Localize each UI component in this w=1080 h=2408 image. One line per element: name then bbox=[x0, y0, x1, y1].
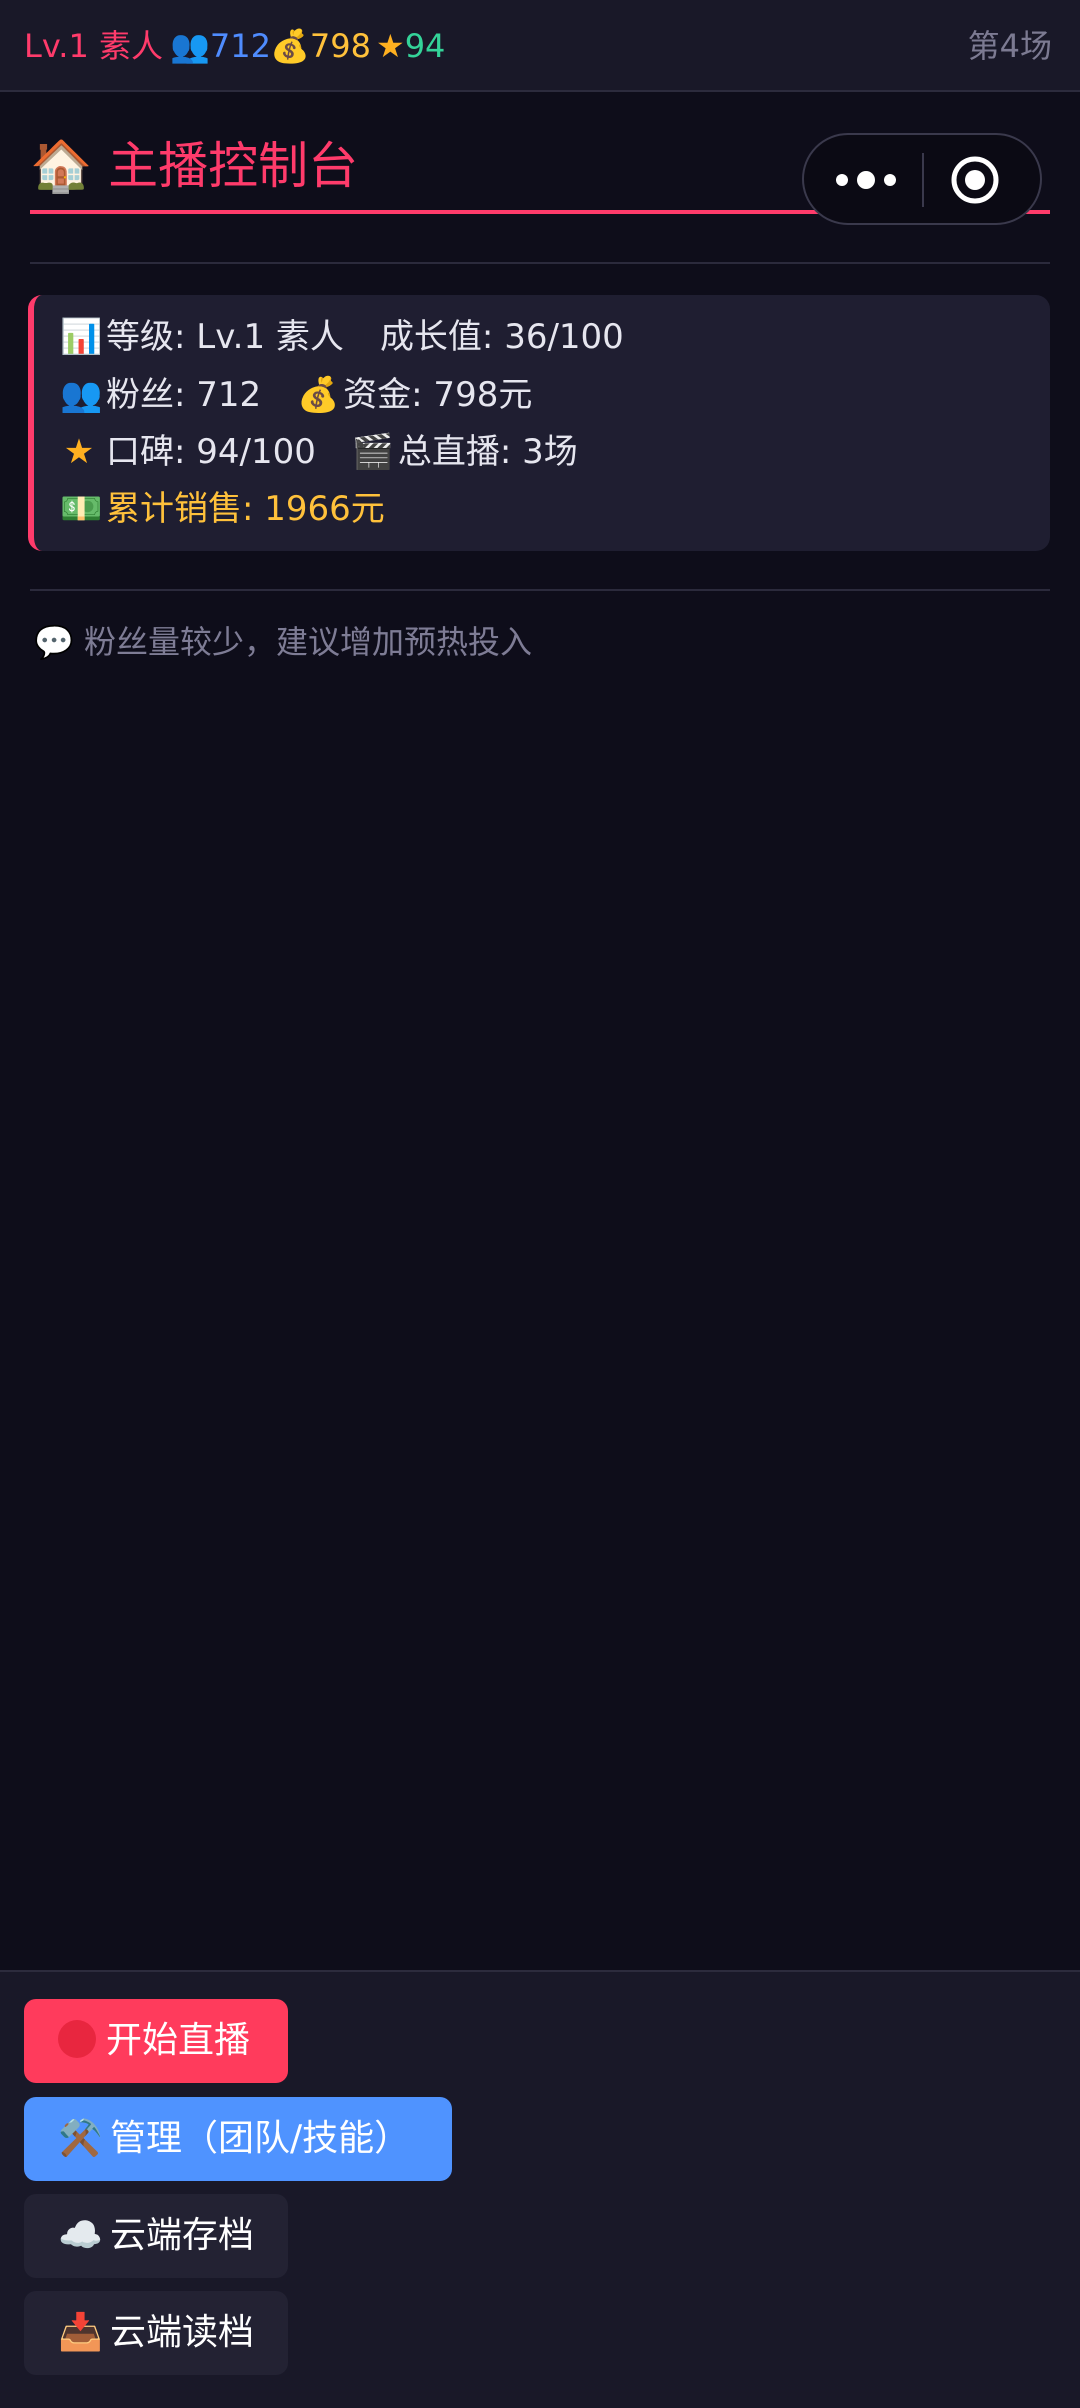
more-icon[interactable] bbox=[828, 155, 908, 205]
bar-chart-icon: 📊 bbox=[60, 317, 103, 357]
close-target-icon[interactable] bbox=[950, 155, 1000, 205]
stat-total-streams: 总直播: 3场 bbox=[397, 432, 578, 472]
stat-money: 资金: 798元 bbox=[343, 375, 533, 415]
record-icon bbox=[58, 2020, 96, 2058]
miniprogram-capsule bbox=[802, 133, 1042, 225]
status-money-value: 798 bbox=[309, 27, 371, 65]
start-live-label: 开始直播 bbox=[106, 2020, 251, 2061]
divider bbox=[30, 589, 1050, 591]
stats-line-fans: 👥 粉丝: 712 💰 资金: 798元 bbox=[60, 373, 532, 417]
stat-growth: 成长值: 36/100 bbox=[379, 317, 624, 357]
speech-bubble-icon: 💬 bbox=[34, 623, 74, 661]
page-title: 🏠 主播控制台 bbox=[30, 137, 358, 195]
cloud-save-label: 云端存档 bbox=[110, 2215, 255, 2256]
action-panel: 开始直播 ⚒️ 管理（团队/技能） ☁️ 云端存档 📥 云端读档 bbox=[0, 1970, 1080, 2408]
start-live-button[interactable]: 开始直播 bbox=[24, 1999, 288, 2083]
cloud-icon: ☁️ bbox=[58, 2215, 103, 2256]
status-money: 💰798 bbox=[270, 26, 371, 66]
hammer-pick-icon: ⚒️ bbox=[58, 2118, 103, 2159]
cloud-save-button[interactable]: ☁️ 云端存档 bbox=[24, 2194, 288, 2278]
clapperboard-icon: 🎬 bbox=[351, 432, 395, 472]
stats-line-sales: 💵 累计销售: 1966元 bbox=[60, 487, 385, 531]
status-fans-value: 712 bbox=[209, 27, 271, 65]
stat-reputation: 口碑: 94/100 bbox=[106, 432, 316, 472]
cloud-load-label: 云端读档 bbox=[110, 2312, 255, 2353]
divider bbox=[30, 262, 1050, 264]
capsule-divider bbox=[922, 153, 924, 207]
stat-fans: 粉丝: 712 bbox=[106, 375, 262, 415]
house-icon: 🏠 bbox=[30, 137, 93, 195]
status-level: Lv.1 素人 bbox=[24, 27, 163, 65]
tip-message: 💬 粉丝量较少，建议增加预热投入 bbox=[34, 621, 532, 663]
tip-text: 粉丝量较少，建议增加预热投入 bbox=[84, 623, 533, 661]
page-title-text: 主播控制台 bbox=[108, 137, 359, 195]
stats-line-reputation: ★ 口碑: 94/100 🎬 总直播: 3场 bbox=[60, 430, 578, 474]
fans-icon: 👥 bbox=[170, 27, 210, 65]
money-bag-icon: 💰 bbox=[270, 27, 310, 65]
money-bag-icon: 💰 bbox=[297, 375, 340, 415]
manage-button[interactable]: ⚒️ 管理（团队/技能） bbox=[24, 2097, 452, 2181]
top-status-bar: Lv.1 素人 👥712 💰798 ★94 第4场 bbox=[0, 0, 1080, 92]
stat-level: 等级: Lv.1 素人 bbox=[106, 317, 344, 357]
stats-line-level: 📊 等级: Lv.1 素人 成长值: 36/100 bbox=[60, 315, 624, 359]
status-reputation-value: 94 bbox=[404, 27, 446, 65]
status-round: 第4场 bbox=[967, 27, 1052, 65]
cash-icon: 💵 bbox=[60, 489, 103, 529]
inbox-download-icon: 📥 bbox=[58, 2312, 103, 2353]
cloud-load-button[interactable]: 📥 云端读档 bbox=[24, 2291, 288, 2375]
page-header: 🏠 主播控制台 bbox=[30, 136, 358, 196]
manage-label: 管理（团队/技能） bbox=[110, 2118, 411, 2159]
stat-total-sales: 累计销售: 1966元 bbox=[106, 489, 385, 529]
status-reputation: ★94 bbox=[376, 26, 445, 66]
star-icon: ★ bbox=[63, 432, 95, 472]
stats-card: 📊 等级: Lv.1 素人 成长值: 36/100 👥 粉丝: 712 💰 资金: 798… bbox=[28, 295, 1050, 551]
status-fans: 👥712 bbox=[170, 26, 271, 66]
fans-icon: 👥 bbox=[60, 375, 103, 415]
star-icon: ★ bbox=[376, 27, 405, 65]
